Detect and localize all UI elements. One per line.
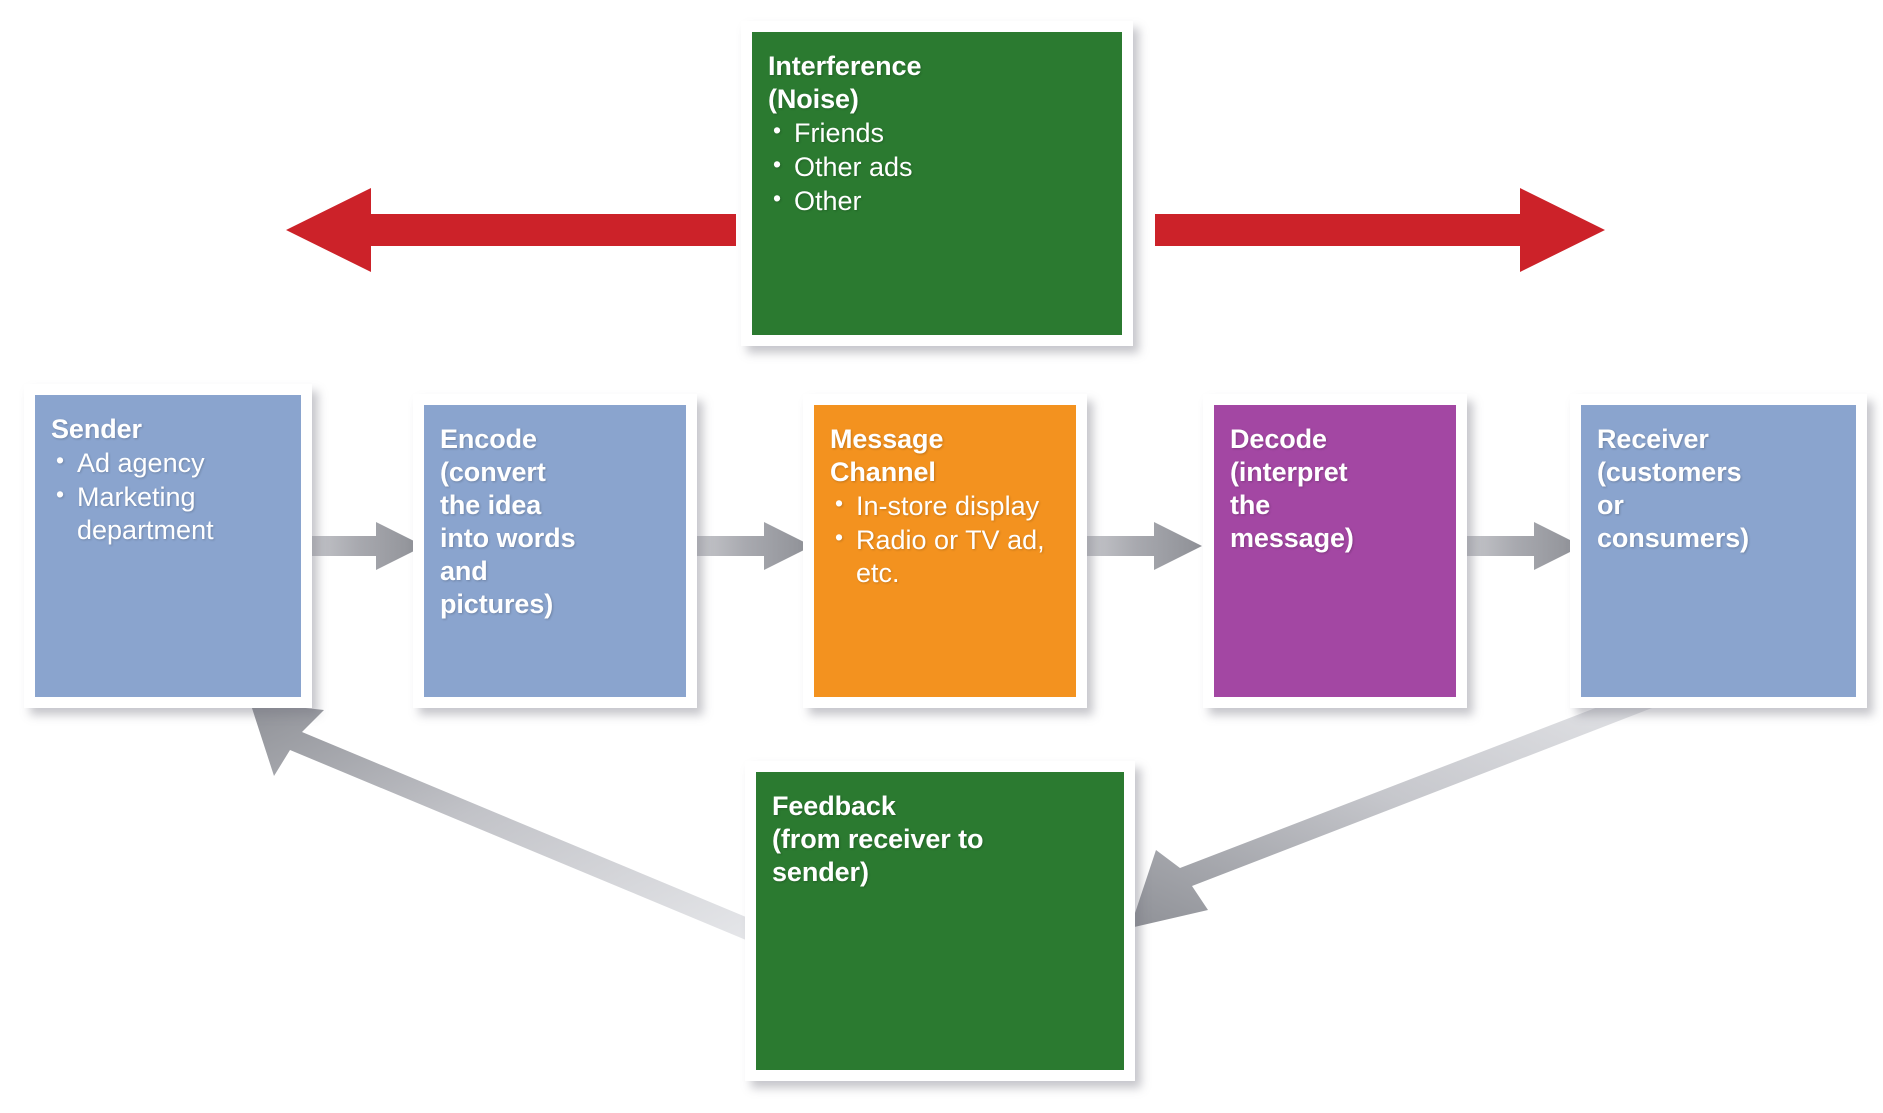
arrow-decode-to-receiver [1462,518,1582,574]
node-sender-body: Sender Ad agency Marketing department [35,395,301,697]
arrow-message-to-decode [1082,518,1202,574]
list-item: Other [768,184,1106,218]
arrow-feedback-to-sender [230,690,760,940]
communication-process-diagram: Interference (Noise) Friends Other ads O… [0,0,1883,1113]
node-encode-title: Encode (convert the idea into words and … [440,424,576,619]
node-sender-title: Sender [51,414,142,444]
node-feedback-body: Feedback (from receiver to sender) [756,772,1124,1070]
node-receiver-title: Receiver (customers or consumers) [1597,424,1750,553]
list-item: Ad agency [51,446,285,480]
node-interference-bullets: Friends Other ads Other [768,116,1106,218]
node-message-channel[interactable]: Message Channel In-store display Radio o… [803,394,1087,708]
list-item: Radio or TV ad, etc. [830,523,1060,590]
node-receiver-body: Receiver (customers or consumers) [1581,405,1856,697]
arrow-receiver-to-feedback [1130,680,1680,940]
node-interference-body: Interference (Noise) Friends Other ads O… [752,32,1122,335]
list-item: Friends [768,116,1106,150]
node-sender[interactable]: Sender Ad agency Marketing department [24,384,312,708]
list-item: Marketing department [51,480,285,547]
node-encode[interactable]: Encode (convert the idea into words and … [413,394,697,708]
interference-right-arrow [1155,188,1605,272]
node-encode-body: Encode (convert the idea into words and … [424,405,686,697]
list-item: In-store display [830,489,1060,523]
node-sender-bullets: Ad agency Marketing department [51,446,285,547]
node-receiver[interactable]: Receiver (customers or consumers) [1570,394,1867,708]
interference-left-arrow [286,188,736,272]
node-feedback[interactable]: Feedback (from receiver to sender) [745,761,1135,1081]
node-decode-title: Decode (interpret the message) [1230,424,1354,553]
arrow-encode-to-message [692,518,812,574]
node-interference-title: Interference (Noise) [768,51,922,114]
node-interference[interactable]: Interference (Noise) Friends Other ads O… [741,21,1133,346]
list-item: Other ads [768,150,1106,184]
node-message-channel-body: Message Channel In-store display Radio o… [814,405,1076,697]
node-message-channel-bullets: In-store display Radio or TV ad, etc. [830,489,1060,590]
node-decode-body: Decode (interpret the message) [1214,405,1456,697]
node-decode[interactable]: Decode (interpret the message) [1203,394,1467,708]
node-message-channel-title: Message Channel [830,424,944,487]
node-feedback-title: Feedback (from receiver to sender) [772,791,984,887]
arrow-sender-to-encode [304,518,424,574]
